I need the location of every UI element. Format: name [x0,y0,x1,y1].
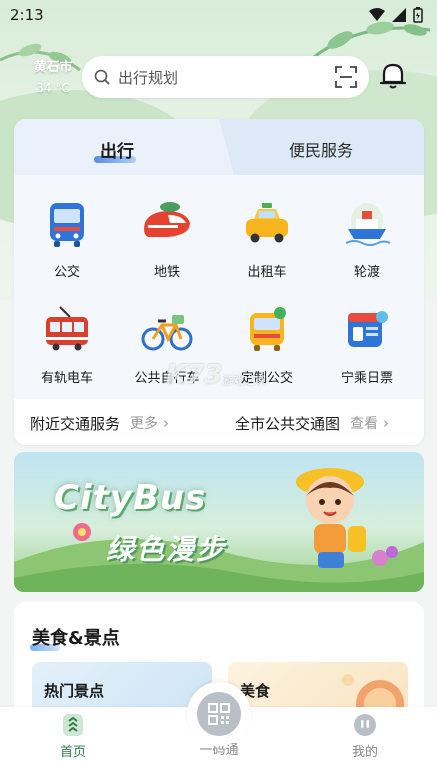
home-icon [63,714,83,736]
ferry-icon [345,203,391,246]
watermark-sub: 游戏之家 [222,374,266,387]
watermark: K73 [166,360,223,390]
taxi-icon [246,203,288,243]
more-label: 更多 [130,416,159,432]
status-time: 2:13 [10,6,44,24]
city-transit-map-link[interactable]: 全市公共交通图 查看 › [219,413,424,434]
bus-icon [50,203,84,247]
tab-travel[interactable]: 出行 [14,119,234,175]
signal-icon [392,8,406,22]
grid-item-ferry[interactable]: 轮渡 [317,197,417,280]
child-illustration [296,468,398,568]
nearby-transport-label: 附近交通服务 [30,414,121,433]
bicycle-icon [141,315,193,351]
search-placeholder: 出行规划 [118,68,179,87]
notification-bell-icon[interactable] [378,60,408,90]
nav-mine-label: 我的 [351,745,378,760]
nearby-transport-link[interactable]: 附近交通服务 更多 › [14,413,219,434]
city-name: 黄石市 [33,60,73,75]
nav-home-label: 首页 [59,745,86,760]
tab-public-services-label: 便民服务 [289,141,354,160]
grid-label: 出租车 [247,265,287,280]
tab-travel-label: 出行 [100,142,134,162]
nav-mine[interactable]: 我的 [325,713,405,760]
custom-bus-icon [250,307,286,351]
grid-item-day-ticket[interactable]: 宁乘日票 [317,303,417,386]
status-bar: 2:13 [0,0,437,30]
grid-label: 轮渡 [353,265,380,280]
weather-widget[interactable]: 黄石市 34 °C [28,56,78,95]
battery-icon [413,7,423,23]
promo-banner[interactable]: CityBus 绿色漫步 [14,452,424,592]
banner-subtitle: 绿色漫步 [106,533,227,566]
grid-item-metro[interactable]: 地铁 [117,197,217,280]
grid-label: 公交 [53,265,80,280]
grid-label: 宁乘日票 [340,371,393,386]
nav-home[interactable]: 首页 [33,713,113,760]
wifi-icon [369,8,385,21]
grid-item-tram[interactable]: 有轨电车 [17,303,117,386]
grid-label: 有轨电车 [40,371,93,386]
profile-icon [354,714,376,736]
qr-code-icon [208,703,230,725]
grid-item-taxi[interactable]: 出租车 [217,197,317,280]
tram-icon [46,306,88,351]
section-title: 美食&景点 [32,628,120,649]
view-label: 查看 [350,416,379,432]
hot-attractions-label: 热门景点 [44,682,105,700]
chevron-right-icon: › [163,414,170,432]
metro-icon [144,202,190,237]
flower-icon [73,523,91,541]
scan-icon[interactable] [335,66,357,88]
service-card: 出行 便民服务 公交 地铁 出租车 轮渡 有轨电车 公共自行车 定制公交 宁乘日… [14,119,424,445]
city-transit-map-label: 全市公共交通图 [235,414,341,433]
day-ticket-icon [348,311,388,347]
search-bar[interactable]: 出行规划 [82,56,369,98]
chevron-right-icon: › [383,414,390,432]
search-icon [94,69,110,85]
temperature: 34 °C [36,81,70,95]
qr-code-button[interactable] [197,692,241,736]
quick-links-bar: 附近交通服务 更多 › 全市公共交通图 查看 › [14,401,424,445]
grid-label: 地铁 [153,265,180,280]
banner-title: CityBus [54,478,207,518]
tab-bar: 出行 便民服务 [14,119,424,175]
grid-item-bus[interactable]: 公交 [17,197,117,280]
